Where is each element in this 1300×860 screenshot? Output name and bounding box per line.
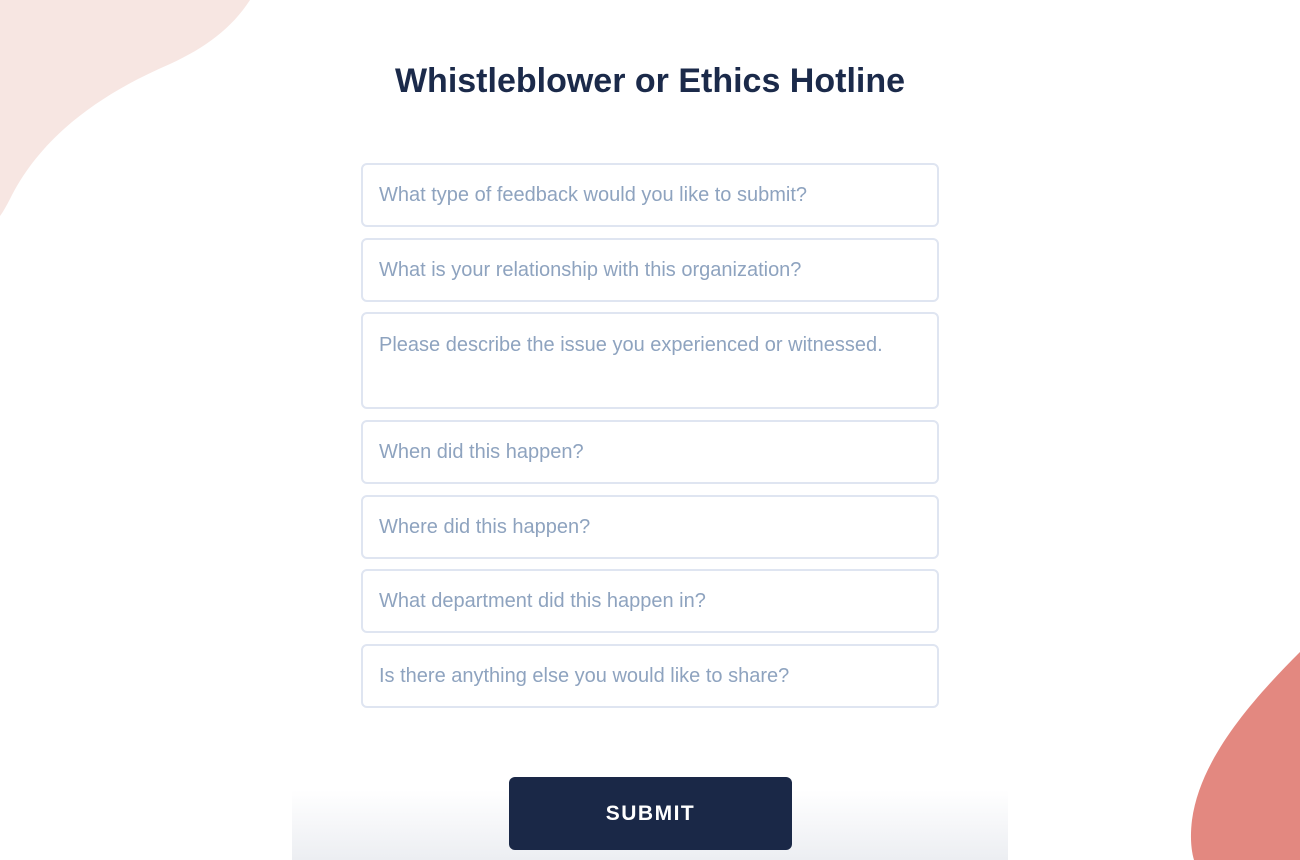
where-field[interactable]: Where did this happen?	[361, 495, 939, 559]
additional-info-field[interactable]: Is there anything else you would like to…	[361, 644, 939, 708]
when-placeholder: When did this happen?	[379, 441, 584, 463]
feedback-type-placeholder: What type of feedback would you like to …	[379, 184, 808, 206]
when-field[interactable]: When did this happen?	[361, 420, 939, 484]
issue-description-placeholder: Please describe the issue you experience…	[379, 334, 883, 356]
decorative-blob-top-left	[0, 0, 250, 216]
submit-button[interactable]: SUBMIT	[509, 777, 792, 850]
issue-description-field[interactable]: Please describe the issue you experience…	[361, 312, 939, 409]
where-placeholder: Where did this happen?	[379, 516, 591, 538]
additional-info-placeholder: Is there anything else you would like to…	[379, 665, 790, 687]
page-title: Whistleblower or Ethics Hotline	[394, 62, 906, 100]
relationship-field[interactable]: What is your relationship with this orga…	[361, 238, 939, 302]
department-field[interactable]: What department did this happen in?	[361, 569, 939, 633]
feedback-type-field[interactable]: What type of feedback would you like to …	[361, 163, 939, 227]
decorative-blob-bottom-right	[1190, 652, 1300, 860]
department-placeholder: What department did this happen in?	[379, 590, 706, 612]
relationship-placeholder: What is your relationship with this orga…	[379, 259, 802, 281]
